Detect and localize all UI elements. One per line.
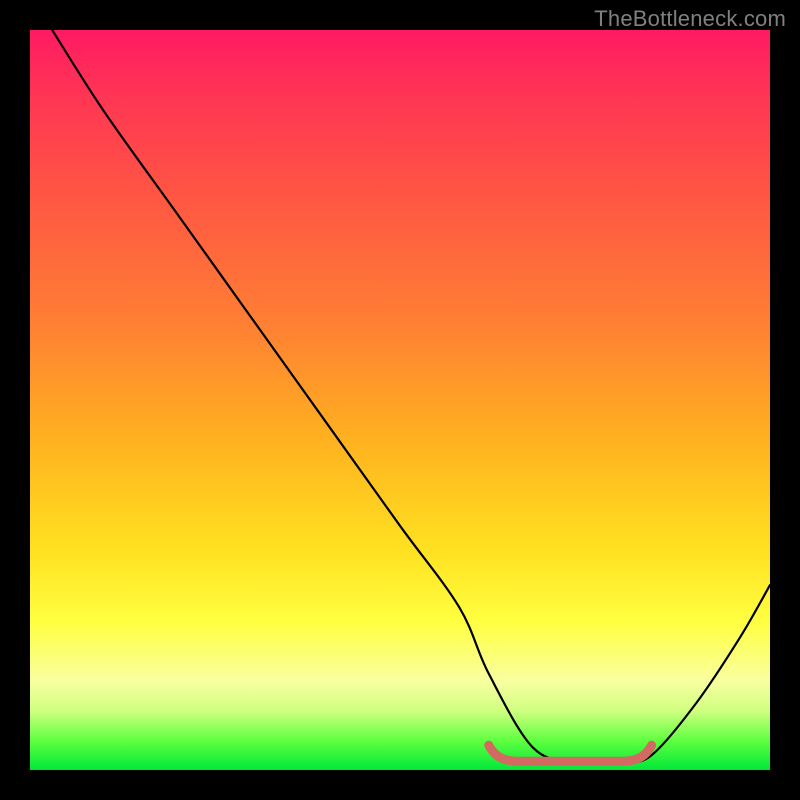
chart-stage: TheBottleneck.com <box>0 0 800 800</box>
bottleneck-curve-path <box>52 30 770 764</box>
plot-area <box>30 30 770 770</box>
curve-svg <box>30 30 770 770</box>
watermark-text: TheBottleneck.com <box>594 6 786 32</box>
plateau-marker-path <box>489 745 652 761</box>
